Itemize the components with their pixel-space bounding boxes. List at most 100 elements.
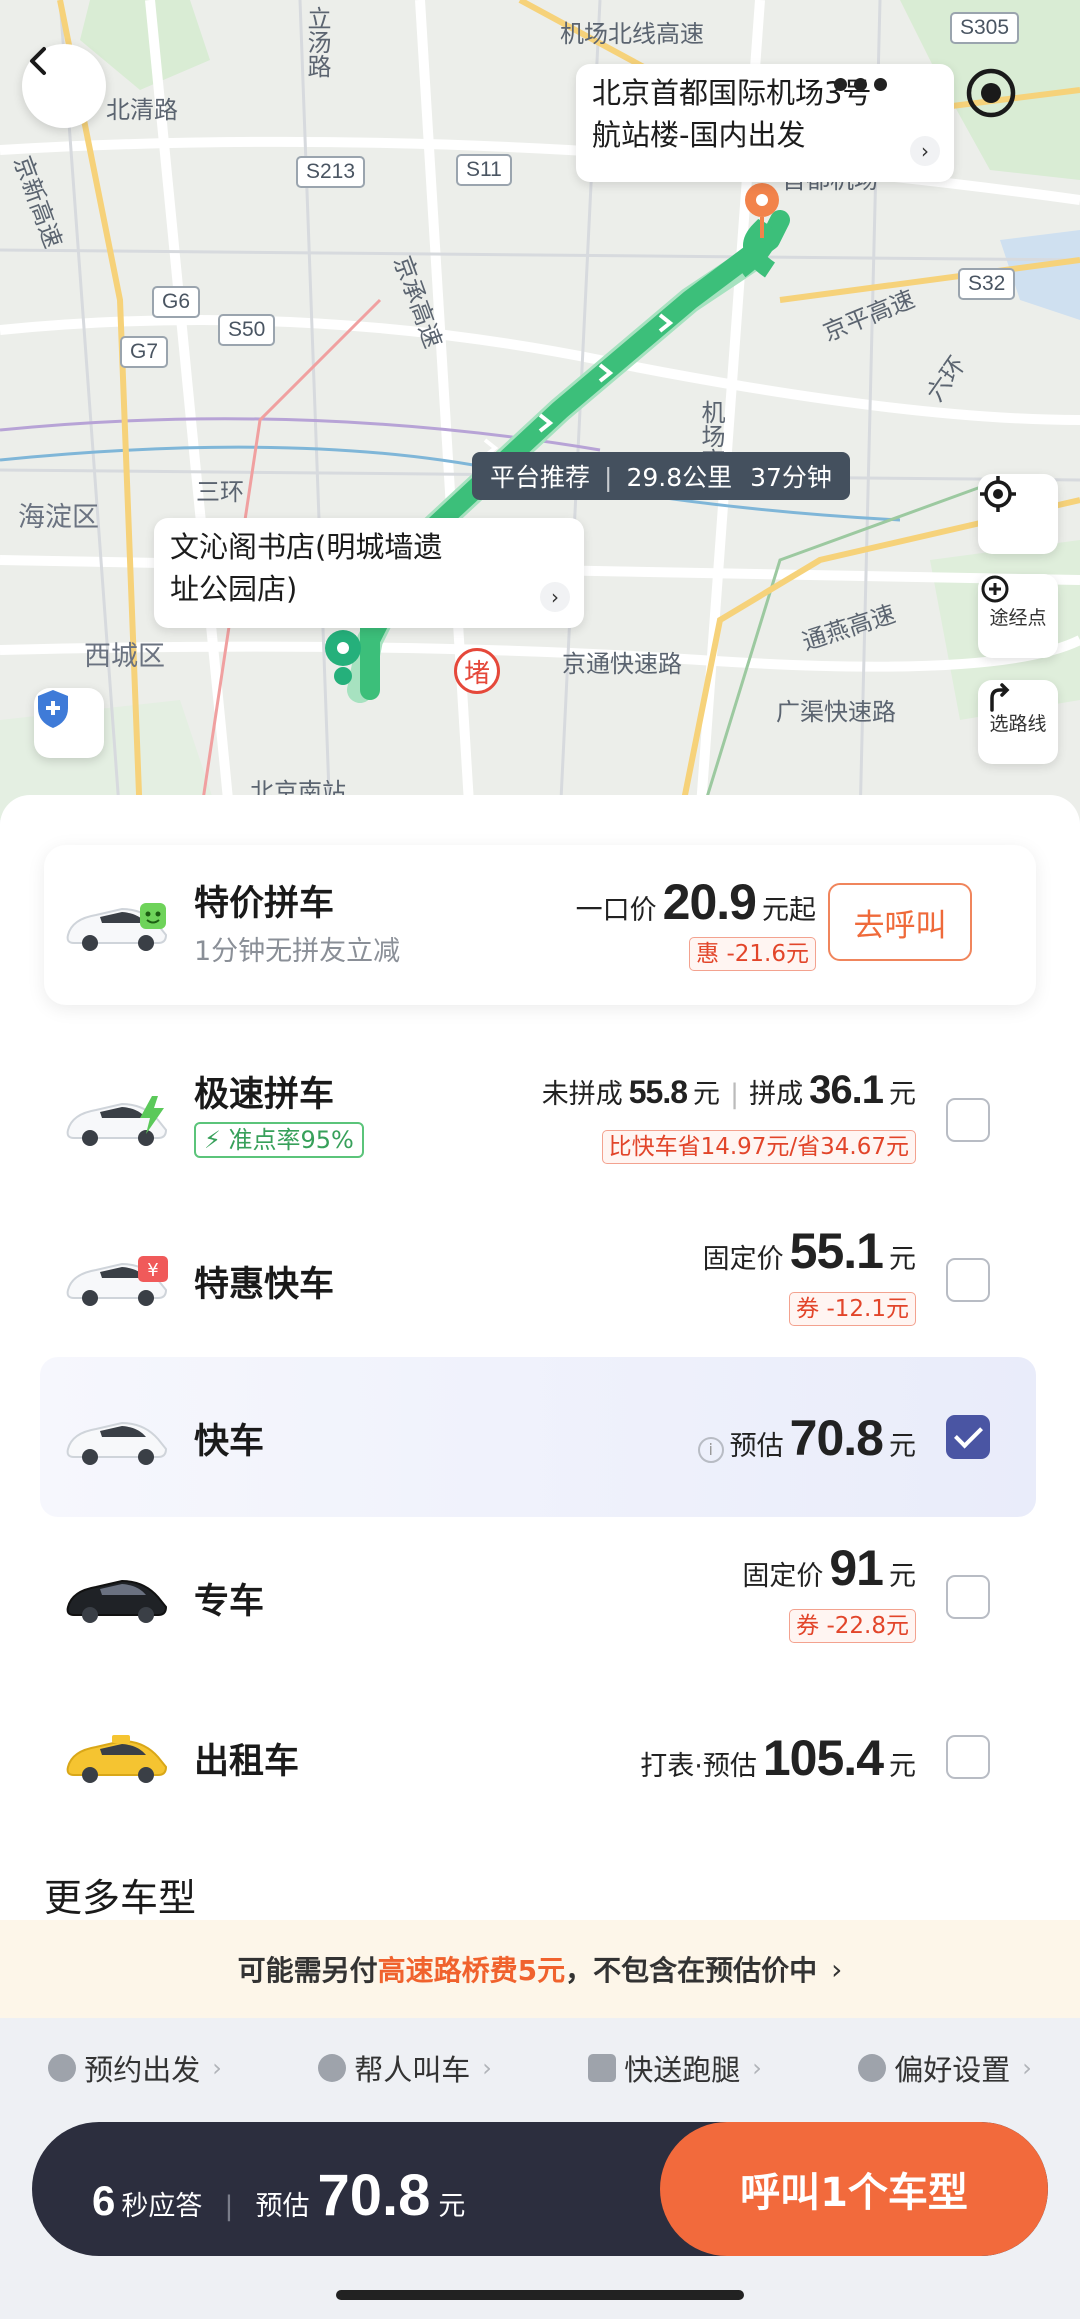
price-suffix: 元起 <box>762 895 816 926</box>
unmatched-label: 未拼成 <box>541 1079 623 1110</box>
price-prefix: 打表·预估 <box>640 1751 757 1782</box>
ride-checkbox[interactable] <box>946 1735 990 1779</box>
option-delivery[interactable]: 快送跑腿 › <box>588 2047 762 2089</box>
eta-summary: 6 秒应答 | 预估 70.8 元 <box>92 2163 466 2228</box>
car-icon <box>66 1421 168 1465</box>
back-button[interactable] <box>22 44 106 128</box>
locate-button[interactable] <box>978 474 1058 554</box>
compare-badge: 比快车省14.97元/省34.67元 <box>601 1130 916 1164</box>
option-label: 偏好设置 <box>894 2053 1011 2087</box>
ride-option-express-pool[interactable]: 极速拼车 ⚡ 准点率95% 未拼成 55.8 元 | 拼成 36.1 元 比快车… <box>0 1040 1080 1200</box>
unit: 元 <box>889 1244 916 1275</box>
accuracy-badge: ⚡ 准点率95% <box>194 1122 364 1158</box>
price-line: 固定价 55.1 元 <box>703 1222 916 1280</box>
eta-text: 秒应答 <box>121 2191 203 2222</box>
ride-options-panel: 特价拼车 1分钟无拼友立减 一口价 20.9 元起 惠 -21.6元 去呼叫 极… <box>0 795 1080 1985</box>
map-label: 立汤路 <box>303 6 331 78</box>
crosshair-icon <box>980 476 1016 512</box>
matched-price: 36.1 <box>809 1068 884 1112</box>
route-tag-label: 平台推荐 <box>490 463 591 492</box>
map-view[interactable]: 立汤路 机场北线高速 北清路 京新高速 京承高速 京平高速 六环 机场高速 通燕… <box>0 0 1080 820</box>
ride-option-discount-express[interactable]: ¥ 特惠快车 固定价 55.1 元 券 -12.1元 <box>0 1200 1080 1360</box>
bottom-action-bar: 6 秒应答 | 预估 70.8 元 呼叫1个车型 <box>32 2122 1048 2256</box>
unit: 元 <box>889 1079 916 1110</box>
target-icon[interactable] <box>960 62 1022 124</box>
price-line: i 预估 70.8 元 <box>697 1409 916 1467</box>
add-location-icon <box>981 575 1009 603</box>
price-value: 91 <box>829 1540 884 1596</box>
route-tag: 平台推荐 | 29.8公里 37分钟 <box>472 452 850 500</box>
ride-checkbox[interactable] <box>946 1098 990 1142</box>
chevron-left-icon <box>30 47 46 75</box>
chevron-right-icon: › <box>752 2054 762 2082</box>
info-icon[interactable]: i <box>697 1437 724 1463</box>
select-route-button[interactable]: 选路线 <box>978 680 1058 764</box>
map-label: 广渠快速路 <box>776 698 896 726</box>
toll-highlight: 高速路桥费5元 <box>377 1954 566 1987</box>
option-label: 帮人叫车 <box>354 2053 471 2087</box>
ride-name: 极速拼车 <box>194 1075 335 1115</box>
unmatched-price: 55.8 <box>628 1074 688 1110</box>
chevron-right-icon: › <box>1022 2054 1032 2082</box>
car-icon: ¥ <box>66 1256 168 1306</box>
price-line: 固定价 91 元 <box>742 1539 916 1597</box>
unit: 元 <box>889 1561 916 1592</box>
coupon-badge: 券 -22.8元 <box>789 1609 916 1643</box>
road-shield: G6 <box>152 286 201 318</box>
ride-checkbox[interactable] <box>946 1575 990 1619</box>
road-shield: S32 <box>958 268 1016 300</box>
price-prefix: 固定价 <box>742 1561 824 1592</box>
call-pool-button[interactable]: 去呼叫 <box>828 883 972 961</box>
call-ride-button[interactable]: 呼叫1个车型 <box>660 2122 1048 2256</box>
more-car-types-title[interactable]: 更多车型 <box>44 1867 196 1922</box>
eta-seconds: 6 <box>92 2177 116 2224</box>
matched-label: 拼成 <box>749 1079 804 1110</box>
option-schedule[interactable]: 预约出发 › <box>48 2047 222 2089</box>
toll-prefix: 可能需另付 <box>237 1954 378 1987</box>
ride-checkbox[interactable] <box>946 1258 990 1302</box>
map-label: 京通快速路 <box>562 650 682 678</box>
option-label: 预约出发 <box>84 2053 201 2087</box>
price-value: 55.1 <box>789 1223 884 1279</box>
ride-option-taxi[interactable]: 出租车 打表·预估 105.4 元 <box>0 1677 1080 1837</box>
ride-name: 特惠快车 <box>194 1265 335 1305</box>
estimate-label: 预估 <box>255 2191 310 2222</box>
road-shield: S305 <box>950 12 1020 44</box>
via-point-button[interactable]: 途经点 <box>978 574 1058 658</box>
toll-notice[interactable]: 可能需另付 高速路桥费5元 ，不包含在预估价中 › <box>0 1920 1080 2018</box>
destination-card[interactable]: 北京首都国际机场3号 航站楼-国内出发 › <box>576 64 954 182</box>
option-call-for-others[interactable]: 帮人叫车 › <box>318 2047 492 2089</box>
safety-button[interactable] <box>34 688 104 758</box>
ride-option-premier[interactable]: 专车 固定价 91 元 券 -22.8元 <box>0 1517 1080 1677</box>
route-duration: 37分钟 <box>750 463 832 492</box>
ride-name: 快车 <box>194 1422 265 1462</box>
origin-name: 文沁阁书店(明城墙遗 <box>170 530 443 564</box>
origin-card[interactable]: 文沁阁书店(明城墙遗 址公园店) › <box>154 518 584 628</box>
unit: 元 <box>693 1079 721 1110</box>
unit: 元 <box>438 2191 466 2222</box>
road-shield: G7 <box>120 336 169 368</box>
ride-checkbox-checked[interactable] <box>946 1415 990 1459</box>
discount-badge: 惠 -21.6元 <box>689 937 816 971</box>
road-shield: S11 <box>456 154 512 186</box>
price-prefix: 一口价 <box>575 895 657 926</box>
road-shield: S50 <box>218 314 276 346</box>
price-value: 105.4 <box>762 1730 884 1786</box>
ride-option-featured[interactable]: 特价拼车 1分钟无拼友立减 一口价 20.9 元起 惠 -21.6元 去呼叫 <box>44 845 1036 1005</box>
map-label: 三环 <box>196 478 244 506</box>
chevron-right-icon: › <box>910 136 940 166</box>
gear-icon <box>858 2054 887 2082</box>
more-icon[interactable] <box>834 78 887 91</box>
toll-suffix: ，不包含在预估价中 <box>565 1954 818 1987</box>
home-indicator[interactable] <box>336 2290 744 2300</box>
origin-detail: 址公园店) <box>170 572 298 606</box>
route-distance: 29.8公里 <box>626 463 733 492</box>
estimate-price: 70.8 <box>317 2163 431 2228</box>
price-value: 70.8 <box>789 1410 884 1466</box>
ride-option-express[interactable]: 快车 i 预估 70.8 元 <box>0 1357 1080 1517</box>
price-prefix: 固定价 <box>702 1244 784 1275</box>
option-preferences[interactable]: 偏好设置 › <box>858 2047 1032 2089</box>
price-value: 20.9 <box>662 874 757 930</box>
car-icon <box>66 903 168 951</box>
ride-name: 专车 <box>194 1582 265 1622</box>
